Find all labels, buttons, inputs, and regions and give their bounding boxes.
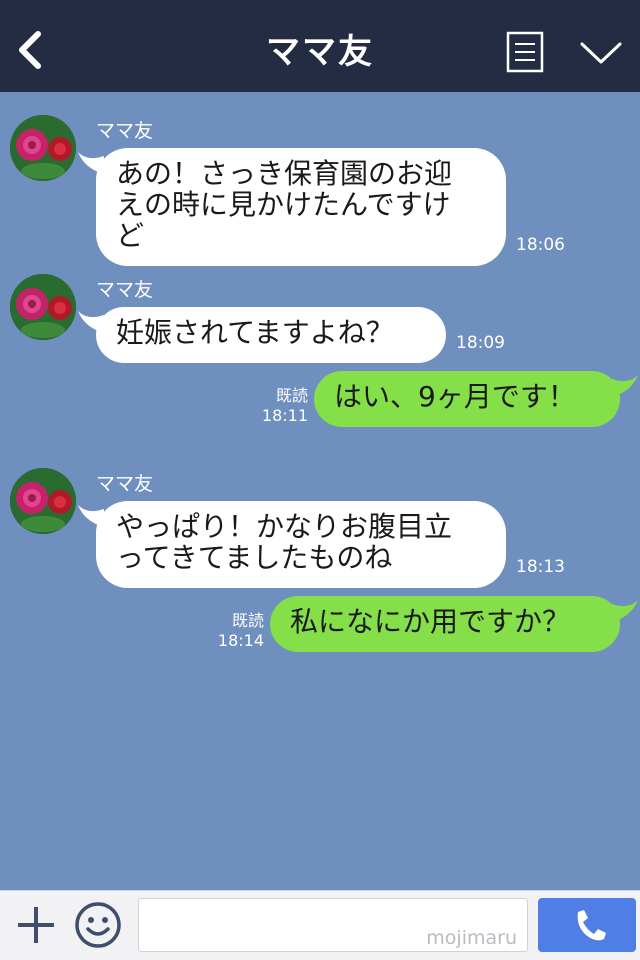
read-label: 既読	[231, 611, 264, 630]
message-time: 18:13	[516, 557, 565, 577]
rose-avatar-icon	[10, 274, 76, 340]
sender-name: ママ友	[96, 120, 154, 142]
message-time: 18:09	[456, 333, 505, 353]
message-time: 18:11	[261, 406, 308, 425]
menu-button[interactable]	[506, 31, 544, 73]
add-button[interactable]	[14, 903, 58, 947]
read-receipt: 既読 18:14	[208, 611, 264, 651]
rose-avatar-icon	[10, 115, 76, 181]
sender-name: ママ友	[96, 473, 154, 495]
incoming-message-bubble[interactable]: やっぱり！かなりお腹目立 ってきてましたものね	[78, 501, 506, 588]
message-text: はい、9ヶ月です！	[334, 380, 576, 413]
message-line: ど	[116, 219, 145, 252]
message-line: あの！さっき保育園のお迎	[116, 157, 453, 190]
avatar[interactable]	[10, 115, 76, 181]
chevron-down-icon	[580, 42, 622, 64]
bubble-tail	[78, 311, 104, 333]
bubble-tail	[78, 152, 104, 174]
sticker-button[interactable]	[74, 901, 122, 949]
read-receipt: 既読 18:11	[252, 386, 308, 426]
bubble-tail	[612, 600, 638, 622]
message-text: 私になにか用ですか？	[290, 605, 571, 638]
more-button[interactable]	[578, 36, 624, 70]
message-line: 妊娠されてますよね？	[116, 316, 394, 349]
message-line: ってきてましたものね	[116, 541, 393, 574]
read-label: 既読	[275, 386, 308, 405]
input-bar: mojimaru	[0, 890, 640, 960]
avatar[interactable]	[10, 274, 76, 340]
avatar[interactable]	[10, 468, 76, 534]
chat-header: ママ友	[0, 0, 640, 92]
message-line: やっぱり！かなりお腹目立	[116, 510, 453, 543]
bubble-tail	[612, 375, 638, 397]
phone-icon	[577, 910, 606, 941]
message-time: 18:06	[516, 235, 565, 255]
sender-name: ママ友	[96, 279, 154, 301]
plus-icon	[18, 907, 54, 943]
message-time: 18:14	[217, 631, 264, 650]
rose-avatar-icon	[10, 468, 76, 534]
incoming-message-bubble[interactable]: あの！さっき保育園のお迎 えの時に見かけたんですけ ど	[78, 148, 506, 266]
watermark: mojimaru	[426, 927, 517, 949]
chat-title: ママ友	[266, 32, 374, 72]
message-input[interactable]: mojimaru	[138, 898, 528, 952]
smiley-icon	[75, 902, 121, 948]
incoming-message-bubble[interactable]: 妊娠されてますよね？	[78, 307, 446, 363]
message-line: えの時に見かけたんですけ	[116, 188, 451, 221]
bubble-tail	[78, 505, 104, 527]
menu-list-icon	[506, 31, 544, 73]
call-button[interactable]	[538, 898, 636, 952]
chat-area[interactable]: ママ友 あの！さっき保育園のお迎 えの時に見かけたんですけ ど 18:06 ママ…	[0, 92, 640, 890]
outgoing-message-bubble[interactable]: 私になにか用ですか？	[270, 596, 638, 652]
outgoing-message-bubble[interactable]: はい、9ヶ月です！	[314, 371, 638, 427]
